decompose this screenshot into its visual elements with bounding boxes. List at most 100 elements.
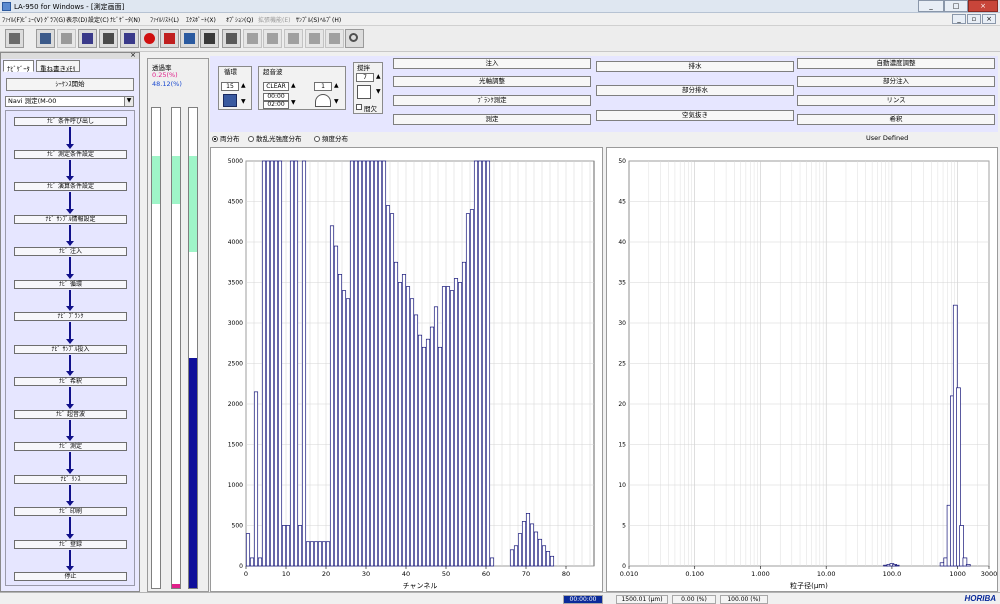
- chart1-bar: [281, 525, 287, 567]
- control-button-5[interactable]: 部分排水: [596, 85, 794, 96]
- control-button-10[interactable]: 希釈: [797, 114, 995, 125]
- menu-item-2[interactable]: ｸﾞﾗﾌ(G): [44, 15, 65, 24]
- toolbar-button-5[interactable]: [120, 29, 139, 48]
- menu-item-9[interactable]: 拡張機能(E): [258, 15, 290, 24]
- scatter-intensity-chart: 0 500 1000 1500 2000 2500 3000 3500 4000 4500 5000…: [210, 147, 603, 592]
- control-button-7[interactable]: 自動濃度調整: [797, 58, 995, 69]
- tab-navigator[interactable]: ﾅﾋﾞｹﾞｰﾀ: [3, 60, 34, 73]
- menu-item-6[interactable]: ﾌｧｲﾙﾘｽﾄ(L): [150, 15, 179, 24]
- intermittent-checkbox[interactable]: [356, 104, 362, 110]
- chart1-bar: [409, 298, 415, 567]
- radio-dot-icon[interactable]: [248, 136, 254, 142]
- flow-step-1[interactable]: ﾅﾋﾞ 測定条件設定: [14, 149, 127, 159]
- toolbar-button-15[interactable]: [325, 29, 344, 48]
- chart1-bar: [545, 551, 551, 567]
- ultrasonic-level-down-icon[interactable]: ▼: [334, 98, 339, 105]
- radio-option-2[interactable]: 頻度分布: [314, 133, 348, 143]
- chart1-ytick-label: 500: [232, 523, 244, 530]
- menu-item-5[interactable]: ﾅﾋﾞｹﾞｰﾀ(N): [110, 15, 140, 24]
- menu-item-7[interactable]: ｴｸｽﾎﾟｰﾄ(X): [186, 15, 216, 24]
- flow-step-6[interactable]: ﾅﾋﾞ ﾌﾞﾗﾝｸ: [14, 312, 127, 321]
- toolbar-button-8[interactable]: [180, 29, 199, 48]
- control-button-8[interactable]: 部分注入: [797, 76, 995, 87]
- control-button-2[interactable]: ﾌﾞﾗﾝｸ測定: [393, 95, 591, 106]
- flow-step-12[interactable]: ﾅﾋﾞ 印刷: [14, 507, 127, 516]
- flow-step-9[interactable]: ﾅﾋﾞ 超音波: [14, 409, 127, 419]
- toolbar-button-3[interactable]: [78, 29, 97, 48]
- toolbar-button-6[interactable]: [140, 29, 159, 48]
- flow-step-7[interactable]: ﾅﾋﾞ ｻﾝﾌﾟﾙ投入: [14, 344, 127, 354]
- chart2-xtick-label: 0.010: [620, 570, 639, 578]
- flow-step-13[interactable]: ﾅﾋﾞ 登録: [14, 539, 127, 549]
- menu-item-10[interactable]: ｻﾝﾌﾟﾙ(S): [296, 15, 320, 24]
- inner-minimize-button[interactable]: _: [952, 14, 966, 24]
- toolbar-button-2[interactable]: [57, 29, 76, 48]
- menu-item-1[interactable]: ﾋﾞｭｰ(V): [22, 15, 43, 24]
- toolbar-button-14[interactable]: [305, 29, 324, 48]
- flow-step-8[interactable]: ﾅﾋﾞ 希釈: [14, 377, 127, 386]
- ultrasonic-level-value[interactable]: 1: [314, 82, 332, 91]
- toolbar-button-13[interactable]: [284, 29, 303, 48]
- control-button-6[interactable]: 空気抜き: [596, 110, 794, 121]
- stirring-value[interactable]: 7: [356, 73, 374, 82]
- menu-item-4[interactable]: 設定(C): [88, 15, 109, 24]
- control-button-3[interactable]: 測定: [393, 114, 591, 125]
- ultrasonic-time2[interactable]: 02:00: [263, 101, 289, 109]
- radio-label: 頻度分布: [322, 135, 348, 143]
- flow-step-0[interactable]: ﾅﾋﾞ 条件呼び出し: [14, 117, 127, 126]
- toolbar-button-10[interactable]: [222, 29, 241, 48]
- inner-close-button[interactable]: ×: [982, 14, 996, 24]
- flow-step-5[interactable]: ﾅﾋﾞ 循環: [14, 279, 127, 289]
- navi-select[interactable]: Navi 測定(M-00 ▼: [5, 96, 134, 107]
- menu-item-11[interactable]: ﾍﾙﾌﾟ(H): [320, 15, 341, 24]
- circulation-up-icon[interactable]: ▲: [241, 82, 246, 89]
- toolbar-button-12[interactable]: [263, 29, 282, 48]
- control-button-1[interactable]: 光軸調整: [393, 76, 591, 87]
- ultrasonic-time-up-icon[interactable]: ▲: [291, 82, 296, 89]
- stirring-up-icon[interactable]: ▲: [376, 73, 381, 80]
- horiba-logo: HORIBA: [964, 594, 996, 603]
- chart1-xtick-label: 50: [442, 570, 450, 578]
- flow-step-4[interactable]: ﾅﾋﾞ 注入: [14, 247, 127, 256]
- toolbar-button-7[interactable]: [160, 29, 179, 48]
- radio-option-0[interactable]: 両分布: [212, 133, 240, 143]
- menu-item-3[interactable]: 表示(D): [66, 15, 87, 24]
- radio-dot-icon[interactable]: [212, 136, 218, 142]
- chevron-down-icon[interactable]: ▼: [124, 97, 133, 106]
- menu-item-0[interactable]: ﾌｧｲﾙ(F): [2, 15, 22, 24]
- chart1-bar: [533, 531, 539, 567]
- menu-item-8[interactable]: ｵﾌﾟｼｮﾝ(Q): [226, 15, 253, 24]
- flow-step-14[interactable]: 停止: [14, 572, 127, 581]
- toolbar-button-9[interactable]: [200, 29, 219, 48]
- radio-option-1[interactable]: 散乱光強度分布: [248, 133, 302, 143]
- circulation-value[interactable]: 15: [221, 82, 239, 91]
- radio-dot-icon[interactable]: [314, 136, 320, 142]
- ultrasonic-time1[interactable]: 00:00: [263, 93, 289, 101]
- toolbar-button-0[interactable]: [5, 29, 24, 48]
- control-button-0[interactable]: 注入: [393, 58, 591, 69]
- control-button-9[interactable]: リンス: [797, 95, 995, 106]
- toolbar-button-1[interactable]: [36, 29, 55, 48]
- maximize-button[interactable]: □: [944, 0, 968, 12]
- stirring-down-icon[interactable]: ▼: [376, 88, 381, 95]
- minimize-button[interactable]: _: [918, 0, 944, 12]
- close-button[interactable]: ×: [968, 0, 998, 12]
- ultrasonic-clear-button[interactable]: CLEAR: [263, 82, 289, 91]
- toolbar-button-4[interactable]: [99, 29, 118, 48]
- flow-step-11[interactable]: ﾅﾋﾞ ﾘﾝｽ: [14, 474, 127, 484]
- chart2-ytick-label: 25: [618, 361, 626, 368]
- flow-step-10[interactable]: ﾅﾋﾞ 測定: [14, 442, 127, 451]
- toolbar-button-11[interactable]: [243, 29, 262, 48]
- ultrasonic-time-down-icon[interactable]: ▼: [291, 99, 296, 106]
- flow-step-2[interactable]: ﾅﾋﾞ 演算条件設定: [14, 182, 127, 191]
- tab-overlay-memory[interactable]: 重ね書きﾒﾓﾘ: [36, 60, 80, 73]
- control-button-4[interactable]: 排水: [596, 61, 794, 72]
- navigator-close-icon[interactable]: ×: [130, 51, 136, 59]
- ultrasonic-level-up-icon[interactable]: ▲: [334, 82, 339, 89]
- inner-restore-button[interactable]: ▫: [967, 14, 981, 24]
- stop-icon: [144, 33, 155, 44]
- toolbar-button-16[interactable]: [345, 29, 364, 48]
- circulation-down-icon[interactable]: ▼: [241, 98, 246, 105]
- flow-step-3[interactable]: ﾅﾋﾞ ｻﾝﾌﾟﾙ情報設定: [14, 214, 127, 224]
- sequence-start-button[interactable]: ｼｰｹﾝｽ開始: [6, 78, 134, 91]
